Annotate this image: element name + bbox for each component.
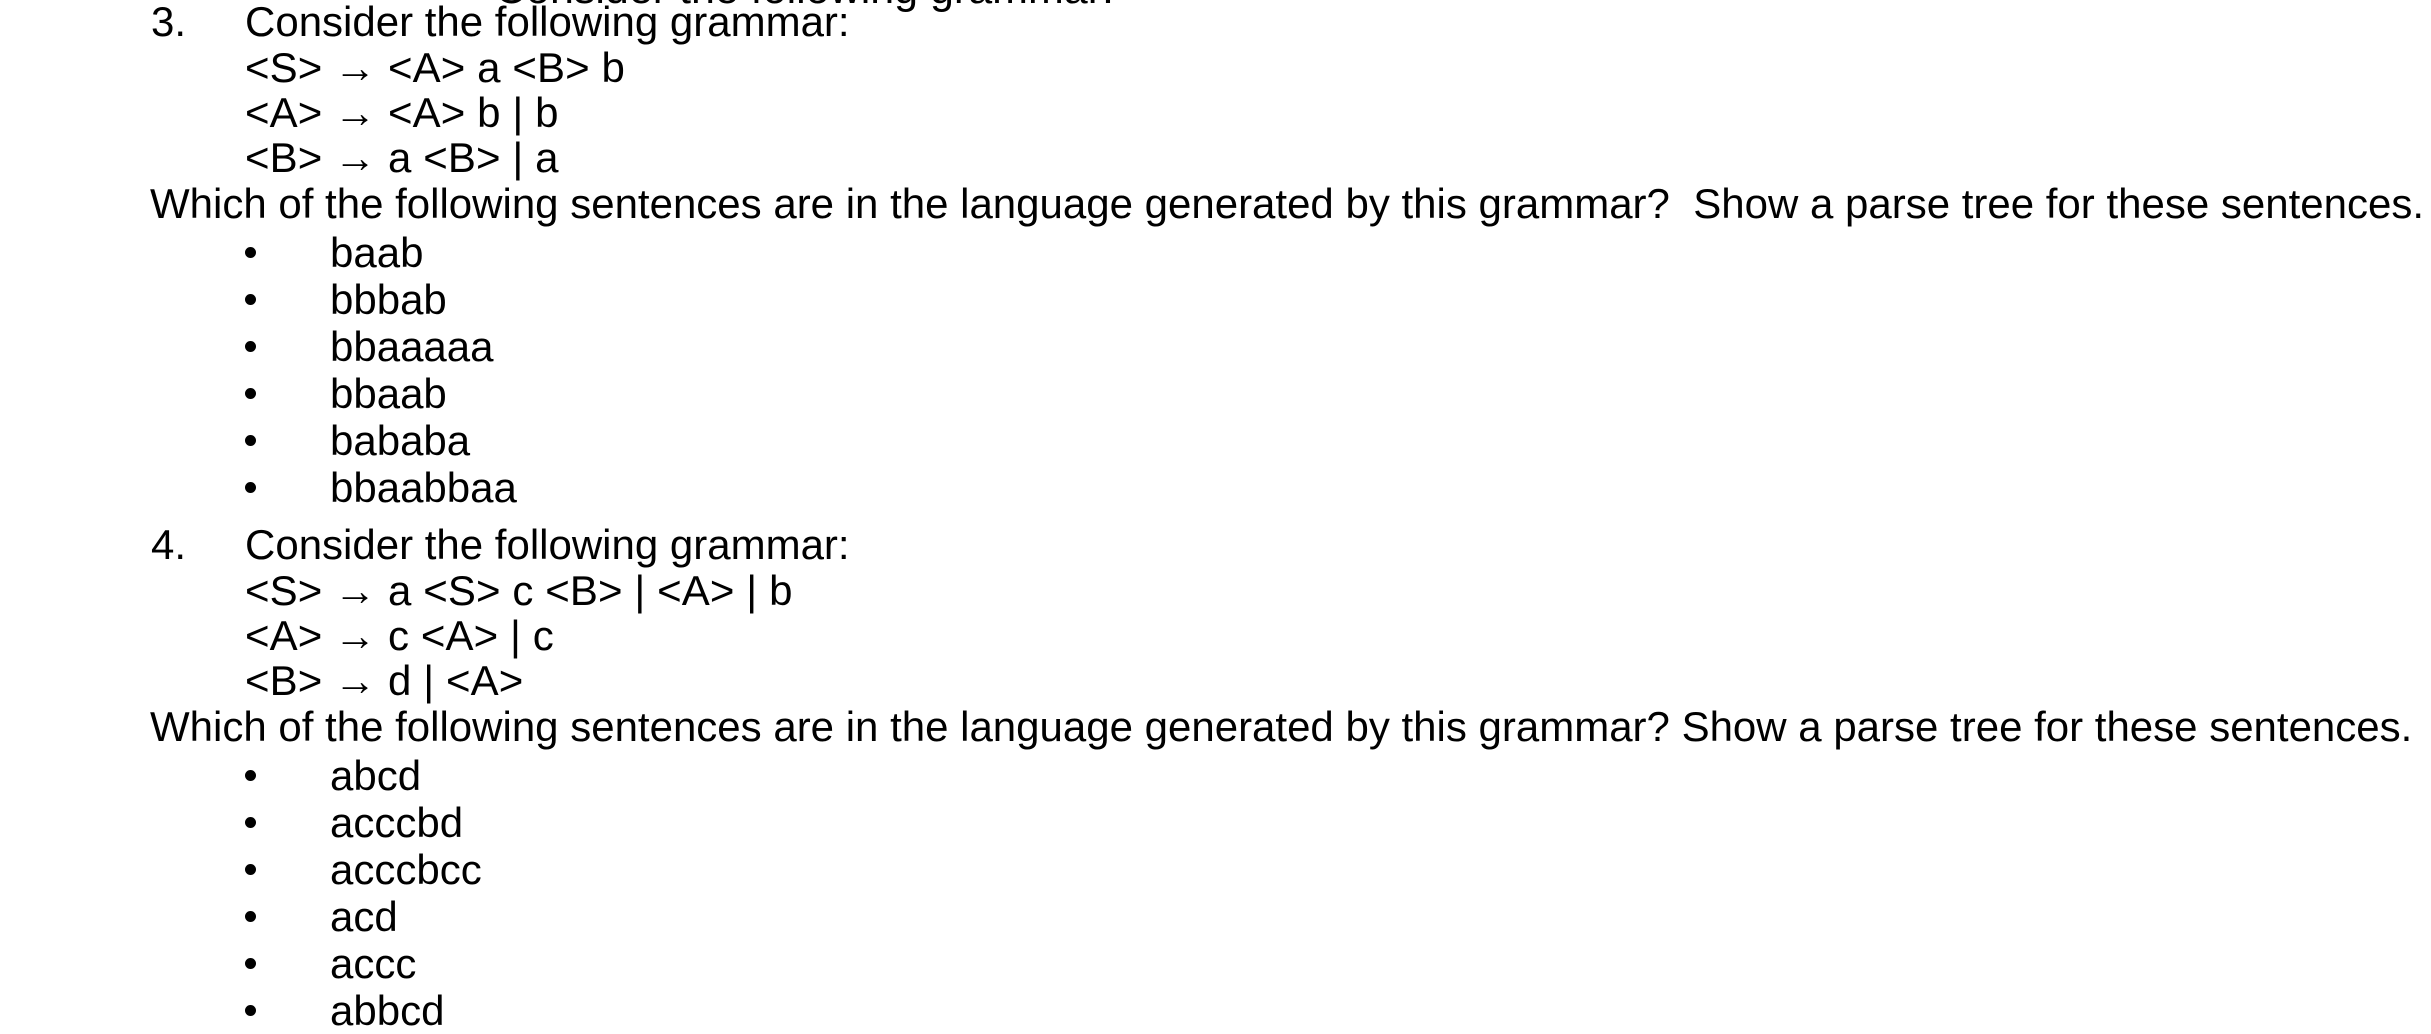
bullet-icon (245, 247, 256, 258)
bullet-icon (245, 770, 256, 781)
bullet-icon (245, 388, 256, 399)
grammar-rule-text: <S> → <A> a <B> b (245, 44, 625, 91)
bullet-icon (245, 864, 256, 875)
exercise-3-rule-a: <A> → <A> b | b (0, 90, 2431, 135)
question-text: Which of the following sentences are in … (150, 180, 2424, 227)
list-item: bbaabbaa (0, 464, 2431, 511)
list-item: bbaab (0, 370, 2431, 417)
grammar-rule-text: <B> → d | <A> (245, 657, 524, 704)
list-item: accc (0, 940, 2431, 987)
sentence-label: bbaabbaa (330, 464, 517, 511)
bullet-icon (245, 482, 256, 493)
sentence-label: baab (330, 229, 424, 276)
exercise-3: 3. Consider the following grammar: <S> →… (0, 0, 2431, 511)
list-item: bbaaaaa (0, 323, 2431, 370)
exercise-4-question: Which of the following sentences are in … (0, 703, 2431, 752)
bullet-icon (245, 294, 256, 305)
exercise-4-rule-a: <A> → c <A> | c (0, 613, 2431, 658)
exercise-3-title: Consider the following grammar: (245, 0, 850, 45)
document-page: Consider the following grammar: 3. Consi… (0, 0, 2431, 1034)
sentence-label: acd (330, 893, 398, 940)
list-item: bababa (0, 417, 2431, 464)
bullet-icon (245, 341, 256, 352)
exercise-3-rule-b: <B> → a <B> | a (0, 135, 2431, 180)
sentence-label: acccbd (330, 799, 464, 846)
exercise-4-number: 4. (151, 521, 187, 568)
list-item: abbcd (0, 987, 2431, 1034)
grammar-rule-text: <A> → <A> b | b (245, 89, 559, 136)
sentence-label: accc (330, 940, 417, 987)
exercise-3-rule-s: <S> → <A> a <B> b (0, 45, 2431, 90)
exercise-4: 4. Consider the following grammar: <S> →… (0, 521, 2431, 1034)
bullet-icon (245, 958, 256, 969)
grammar-rule-text: <B> → a <B> | a (245, 134, 559, 181)
bullet-icon (245, 1005, 256, 1016)
exercise-4-rule-s: <S> → a <S> c <B> | <A> | b (0, 568, 2431, 613)
exercise-3-number: 3. (151, 0, 187, 45)
exercise-4-title: Consider the following grammar: (245, 521, 850, 568)
sentence-label: acccbcc (330, 846, 482, 893)
list-item: abcd (0, 752, 2431, 799)
list-item: acd (0, 893, 2431, 940)
list-item: baab (0, 229, 2431, 276)
exercise-4-sentence-list: abcd acccbd acccbcc acd accc abbcd (0, 752, 2431, 1034)
sentence-label: bbbab (330, 276, 447, 323)
grammar-rule-text: <S> → a <S> c <B> | <A> | b (245, 567, 793, 614)
sentence-label: bbaaaaa (330, 323, 494, 370)
exercise-3-heading: 3. Consider the following grammar: (0, 0, 2431, 45)
exercise-4-rule-b: <B> → d | <A> (0, 658, 2431, 703)
sentence-label: abcd (330, 752, 422, 799)
exercise-3-question: Which of the following sentences are in … (0, 180, 2431, 229)
exercise-4-heading: 4. Consider the following grammar: (0, 521, 2431, 568)
bullet-icon (245, 435, 256, 446)
question-text: Which of the following sentences are in … (150, 703, 2413, 750)
grammar-rule-text: <A> → c <A> | c (245, 612, 554, 659)
list-item: acccbcc (0, 846, 2431, 893)
list-item: acccbd (0, 799, 2431, 846)
sentence-label: abbcd (330, 987, 445, 1034)
bullet-icon (245, 911, 256, 922)
list-item: bbbab (0, 276, 2431, 323)
bullet-icon (245, 817, 256, 828)
sentence-label: bbaab (330, 370, 447, 417)
sentence-label: bababa (330, 417, 471, 464)
exercise-3-sentence-list: baab bbbab bbaaaaa bbaab bababa bbaabbaa (0, 229, 2431, 511)
